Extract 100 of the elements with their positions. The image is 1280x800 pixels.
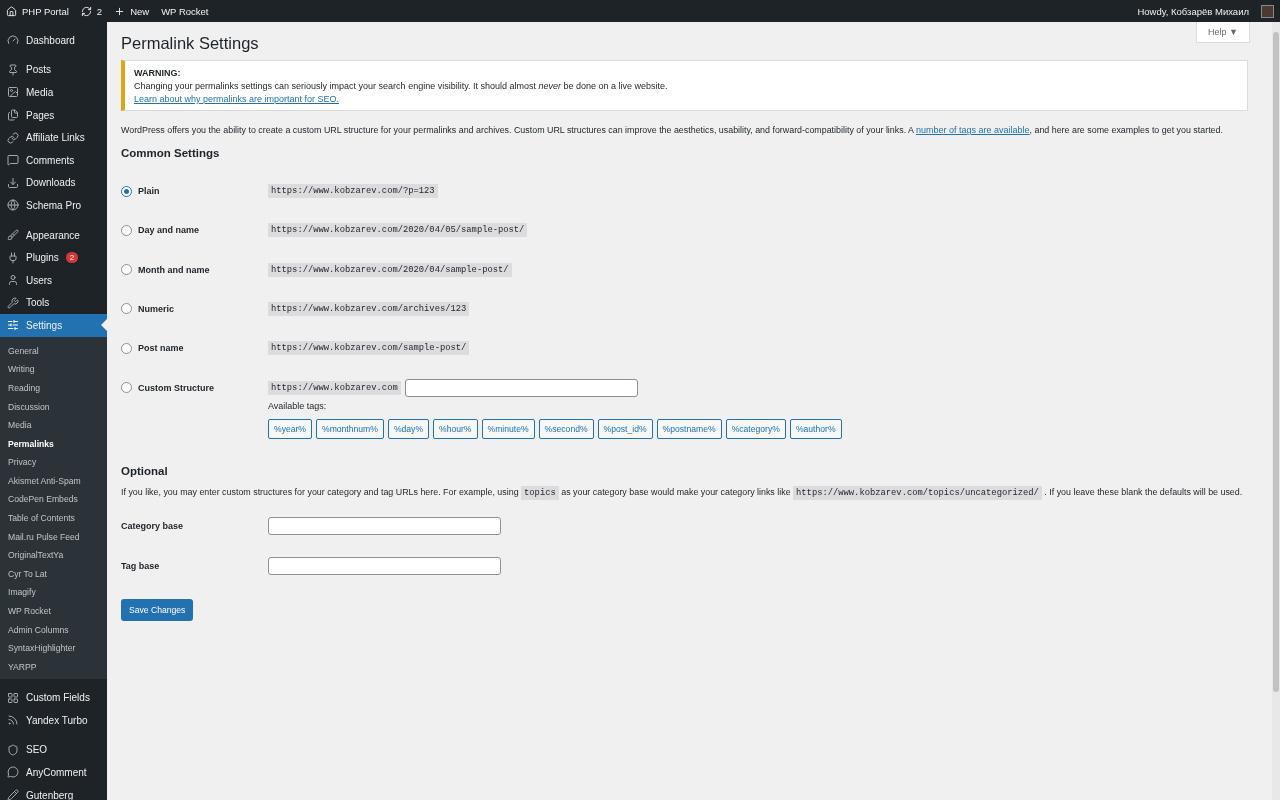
rss-icon <box>7 714 19 727</box>
submenu-item[interactable]: General <box>0 341 107 361</box>
image-icon <box>7 86 19 99</box>
submenu-item[interactable]: CodePen Embeds <box>0 490 107 510</box>
menu-item[interactable]: Yandex Turbo <box>0 709 107 732</box>
menu-item[interactable]: Media <box>0 81 107 104</box>
radio-button[interactable] <box>121 303 132 315</box>
tag-button[interactable]: %postname% <box>656 419 722 440</box>
radio-button[interactable] <box>121 342 132 354</box>
menu-item[interactable]: Pages <box>0 103 107 127</box>
menu-item[interactable]: Posts <box>0 58 107 82</box>
tag-button[interactable]: %day% <box>387 419 430 440</box>
option-label: Plain <box>138 186 160 197</box>
section-heading: Optional <box>121 465 169 478</box>
example-url: https://www.kobzarev.com/archives/123 <box>268 301 470 316</box>
submenu-item[interactable]: Cyr To Lat <box>0 564 107 584</box>
menu-item[interactable]: Gutenberg <box>0 783 107 800</box>
submenu-item[interactable]: Writing <box>0 360 107 379</box>
option-label: Numeric <box>138 303 174 314</box>
structure-field[interactable] <box>404 378 638 397</box>
submenu-item[interactable]: Media <box>0 416 107 435</box>
example-url: https://www.kobzarev.com/?p=123 <box>268 184 438 199</box>
submenu-item[interactable]: Admin Columns <box>0 620 107 640</box>
submenu-item[interactable]: Discussion <box>0 397 107 417</box>
tag-button[interactable]: %minute% <box>481 419 535 440</box>
tags-link[interactable]: number of tags are available <box>915 125 1030 135</box>
option-label: Custom Structure <box>138 382 214 393</box>
count-badge: 2 <box>65 252 79 264</box>
shield-icon <box>7 743 19 756</box>
input-field[interactable] <box>268 517 501 536</box>
optional-text: If you like, you may enter custom structures for your category and tag URLs here. For example, using topics as your category base would make your category links like https://www.kobzarev.com/topics/uncategorized/ . If you leave these blank the defaults will be used. <box>121 485 1244 501</box>
help-tab[interactable]: Help ▼ <box>1196 22 1250 43</box>
user-icon <box>7 274 19 287</box>
menu-item[interactable]: SEO <box>0 738 107 762</box>
submenu-item[interactable]: Akismet Anti-Spam <box>0 471 107 491</box>
example-url: https://www.kobzarev.com/2020/04/sample-post/ <box>268 262 512 277</box>
section-heading: Common Settings <box>121 147 221 160</box>
menu-item[interactable]: Comments <box>0 148 107 172</box>
plug-icon <box>7 251 19 264</box>
wrench-icon <box>7 296 19 309</box>
warning-heading: WARNING: <box>134 68 182 78</box>
submenu-item[interactable]: OriginalTextYa <box>0 546 107 565</box>
tag-button[interactable]: %post_id% <box>597 419 653 440</box>
seo-link[interactable]: Learn about why permalinks are important for SEO. <box>134 94 340 104</box>
submenu-item[interactable]: Table of Contents <box>0 509 107 528</box>
menu-item[interactable]: Appearance <box>0 223 107 247</box>
submenu-item[interactable]: Privacy <box>0 453 107 472</box>
scrollbar[interactable] <box>1272 22 1280 800</box>
tag-button[interactable]: %category% <box>725 419 786 440</box>
warning-text: Changing your permalinks settings can seriously impact your search engine visibility. It should almost never be done on a live website. <box>134 81 669 91</box>
option-label: Post name <box>138 343 184 354</box>
example-url: https://www.kobzarev.com/2020/04/05/sample-post/ <box>268 223 528 238</box>
submenu-item[interactable]: Permalinks <box>0 434 107 454</box>
menu-item[interactable]: Settings <box>0 314 107 337</box>
field-label: Tag base <box>121 561 161 572</box>
intro-text: WordPress offers you the ability to create a custom URL structure for your permalinks and archives. Custom URL structures can improve the aesthetics, usability, and forward-compatibility of your links. A number of tags are available, and here are some examples to get you started. <box>121 124 1224 137</box>
grid-icon <box>7 691 19 704</box>
submenu-item[interactable]: YARPP <box>0 657 107 677</box>
pencil-icon <box>7 789 19 800</box>
speech-bubble-icon <box>7 154 19 167</box>
save-button[interactable]: Save Changes <box>121 599 194 622</box>
radio-button[interactable] <box>121 224 132 236</box>
tag-button[interactable]: %monthnum% <box>316 419 384 440</box>
input-field[interactable] <box>268 557 501 576</box>
link-icon <box>7 131 19 144</box>
menu-item[interactable]: Plugins 2 <box>0 246 107 269</box>
tag-button[interactable]: %year% <box>268 419 312 440</box>
menu-item[interactable]: AnyComment <box>0 761 107 784</box>
plugin-link[interactable]: WP Rocket <box>161 5 209 17</box>
updates-link[interactable]: 2 <box>80 5 103 17</box>
plus-icon <box>114 5 126 17</box>
new-link[interactable]: New <box>114 5 150 17</box>
submenu-item[interactable]: Reading <box>0 378 107 398</box>
tag-button[interactable]: %hour% <box>433 419 478 440</box>
avatar[interactable] <box>1261 4 1274 18</box>
menu-item[interactable]: Tools <box>0 291 107 315</box>
submenu-item[interactable]: WP Rocket <box>0 602 107 621</box>
menu-item[interactable]: Dashboard <box>0 29 107 52</box>
tag-button[interactable]: %author% <box>789 419 842 440</box>
field-label: Category base <box>121 521 185 532</box>
greeting[interactable]: Howdy, Кобзарёв Михаил <box>1137 5 1249 17</box>
option-label: Day and name <box>138 225 200 236</box>
radio-button[interactable] <box>121 185 132 197</box>
menu-item[interactable]: Downloads <box>0 171 107 195</box>
radio-button[interactable] <box>121 382 132 393</box>
option-label: Month and name <box>138 264 210 275</box>
tag-button[interactable]: %second% <box>538 419 594 440</box>
download-icon <box>7 176 19 189</box>
example-url: https://www.kobzarev.com <box>268 380 401 395</box>
submenu-item[interactable]: SyntaxHighlighter <box>0 639 107 658</box>
menu-item[interactable]: Custom Fields <box>0 686 107 709</box>
menu-item[interactable]: Users <box>0 268 107 292</box>
menu-item[interactable]: Schema Pro <box>0 194 107 217</box>
site-link[interactable]: PHP Portal <box>6 5 69 17</box>
menu-item[interactable]: Affiliate Links <box>0 126 107 149</box>
submenu-item[interactable]: Imagify <box>0 583 107 603</box>
page-title: Permalink Settings <box>121 34 260 53</box>
radio-button[interactable] <box>121 264 132 276</box>
home-icon <box>6 5 17 17</box>
submenu-item[interactable]: Mail.ru Pulse Feed <box>0 527 107 547</box>
